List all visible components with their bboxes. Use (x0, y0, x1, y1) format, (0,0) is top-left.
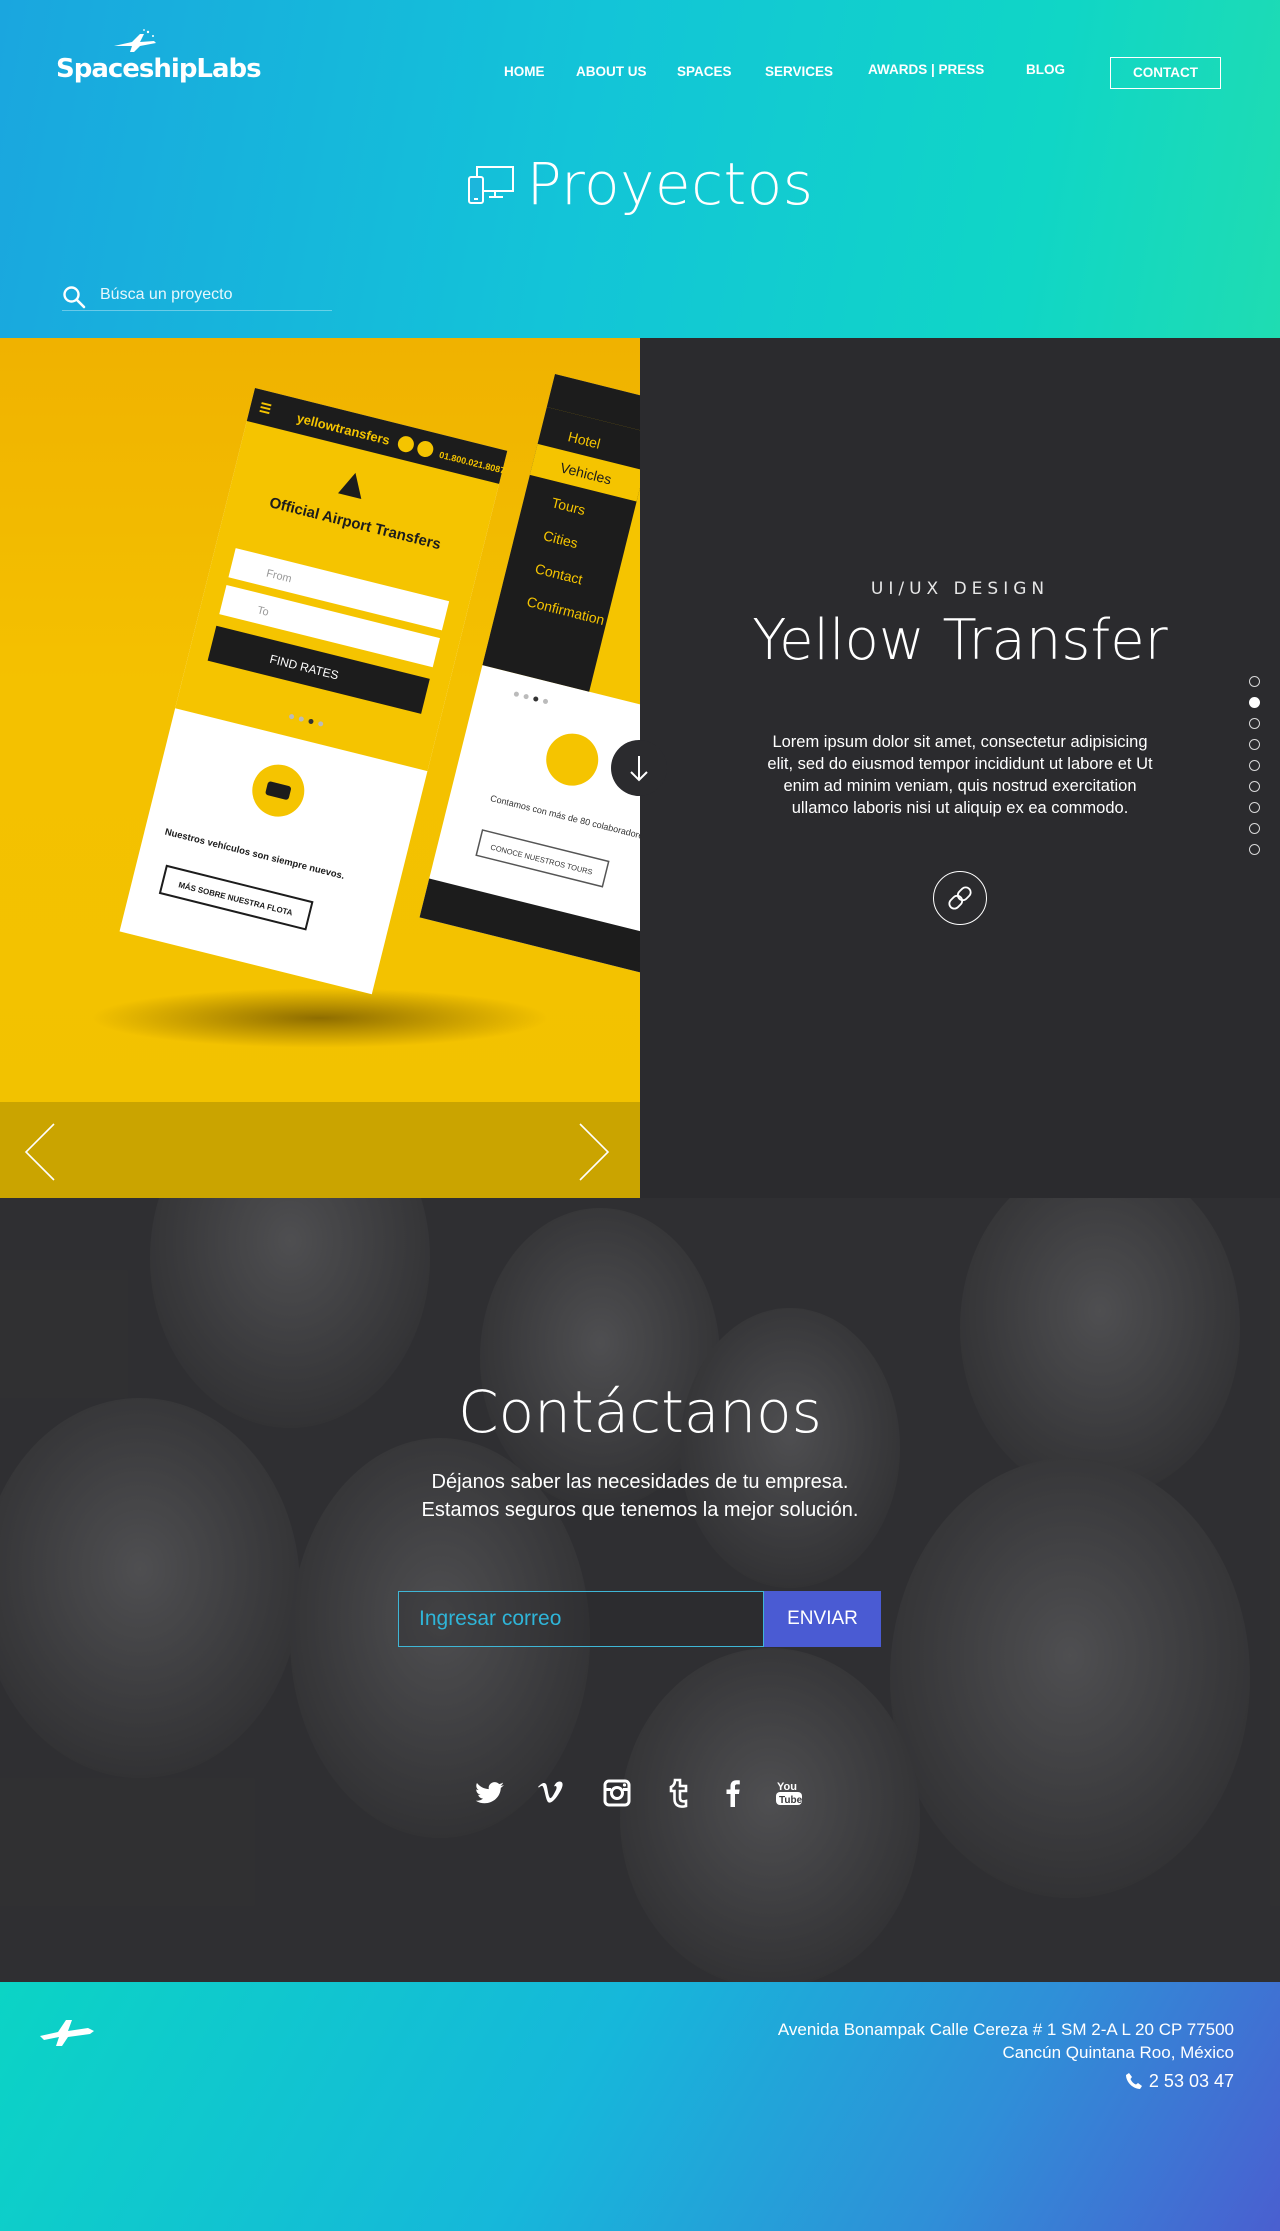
youtube-icon[interactable]: You Tube (772, 1776, 806, 1810)
hero-header: SpaceshipLabs HOME ABOUT US SPACES SERVI… (0, 0, 1280, 338)
project-title: Yellow Transfer (752, 608, 1168, 673)
search-icon[interactable] (62, 285, 86, 309)
footer-address-line2: Cancún Quintana Roo, México (1002, 2043, 1234, 2062)
devices-icon (467, 166, 514, 204)
next-slide-arrow-icon[interactable] (572, 1122, 612, 1182)
social-links: You Tube (0, 1776, 1280, 1810)
nav-contact-button[interactable]: CONTACT (1110, 57, 1221, 89)
project-image: yellowtransfers 01.800.021.8087 Official… (0, 338, 640, 1198)
footer-phone: 2 53 03 47 (934, 2071, 1234, 2095)
page-title-text: Proyectos (526, 150, 814, 218)
arrow-down-icon (630, 756, 648, 782)
contact-section: Contáctanos Déjanos saber las necesidade… (0, 1198, 1280, 1982)
project-search (62, 283, 332, 311)
nav-home[interactable]: HOME (504, 64, 545, 79)
pagination-dot[interactable] (1249, 781, 1260, 792)
nav-blog[interactable]: BLOG (1026, 62, 1065, 77)
email-input[interactable] (398, 1591, 764, 1647)
vimeo-icon[interactable] (534, 1776, 568, 1810)
facebook-icon[interactable] (716, 1776, 750, 1810)
pagination-dot[interactable] (1249, 823, 1260, 834)
pagination-dot[interactable] (1249, 739, 1260, 750)
pagination-dot[interactable] (1249, 844, 1260, 855)
prev-slide-arrow-icon[interactable] (22, 1122, 62, 1182)
nav-about-us[interactable]: ABOUT US (576, 64, 647, 79)
svg-text:You: You (777, 1781, 797, 1793)
tumblr-icon[interactable] (663, 1776, 697, 1810)
pagination-dot[interactable] (1249, 760, 1260, 771)
instagram-icon[interactable] (600, 1776, 634, 1810)
site-footer: Avenida Bonampak Calle Cereza # 1 SM 2-A… (0, 1982, 1280, 2231)
contact-subtitle-line1: Déjanos saber las necesidades de tu empr… (431, 1471, 849, 1493)
search-input[interactable] (100, 283, 330, 307)
rocket-logo-icon[interactable] (38, 2014, 96, 2048)
main-nav: HOME ABOUT US SPACES SERVICES AWARDS | P… (0, 57, 1280, 89)
svg-text:Tube: Tube (779, 1795, 803, 1806)
contact-subtitle: Déjanos saber las necesidades de tu empr… (0, 1468, 1280, 1524)
contact-title: Contáctanos (458, 1378, 822, 1446)
footer-address-line1: Avenida Bonampak Calle Cereza # 1 SM 2-A… (777, 2020, 1234, 2039)
link-icon (947, 885, 972, 910)
pagination-dot-active[interactable] (1249, 697, 1260, 708)
submit-button[interactable]: ENVIAR (764, 1591, 881, 1647)
footer-address: Avenida Bonampak Calle Cereza # 1 SM 2-A… (634, 2018, 1234, 2064)
footer-phone-number[interactable]: 2 53 03 47 (1149, 2071, 1234, 2091)
nav-spaces[interactable]: SPACES (677, 64, 732, 79)
team-photo-background (0, 1198, 1280, 1982)
nav-awards-press[interactable]: AWARDS | PRESS (868, 62, 984, 77)
project-link-button[interactable] (933, 871, 987, 925)
project-category: UI/UX DESIGN (870, 579, 1050, 599)
project-description: Lorem ipsum dolor sit amet, consectetur … (767, 733, 1153, 817)
twitter-icon[interactable] (474, 1776, 508, 1810)
pagination-dot[interactable] (1249, 802, 1260, 813)
newsletter-form: ENVIAR (398, 1591, 881, 1647)
pagination-dot[interactable] (1249, 676, 1260, 687)
scroll-down-button[interactable] (611, 740, 667, 796)
rocket-icon (114, 29, 156, 52)
phone-mockups: yellowtransfers 01.800.021.8087 Official… (119, 373, 640, 995)
project-slider: yellowtransfers 01.800.021.8087 Official… (0, 338, 1280, 1198)
phone-icon (1125, 2073, 1142, 2089)
pagination-dot[interactable] (1249, 718, 1260, 729)
project-info-panel: UI/UX DESIGN Yellow Transfer Lorem ipsum… (640, 338, 1280, 1198)
page-title: Proyectos (0, 150, 1280, 230)
nav-services[interactable]: SERVICES (765, 64, 833, 79)
contact-subtitle-line2: Estamos seguros que tenemos la mejor sol… (421, 1499, 859, 1521)
slider-controls-bar (0, 1102, 640, 1198)
